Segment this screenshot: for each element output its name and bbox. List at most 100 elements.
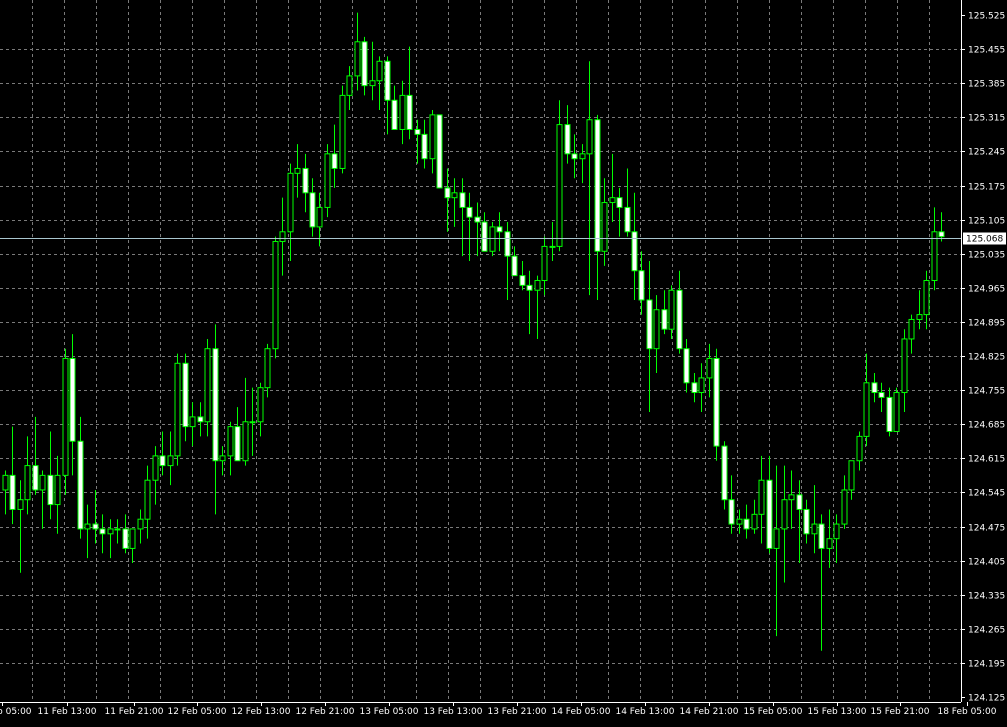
x-tick-label: 14 Feb 05:00 — [551, 707, 610, 717]
candle-body — [9, 474, 16, 510]
y-tick-label: 124.475 — [968, 524, 1005, 534]
candle-body — [496, 226, 503, 233]
candle-body — [391, 99, 398, 130]
candle-body — [526, 284, 533, 291]
candle-body — [92, 523, 99, 530]
candle-body — [743, 518, 750, 530]
candle-body — [631, 231, 638, 272]
candle-body — [339, 94, 346, 169]
candle-body — [144, 479, 151, 520]
candle-body — [878, 392, 885, 398]
candle-body — [212, 348, 219, 462]
x-tick-label: 14 Feb 21:00 — [679, 707, 738, 717]
x-tick-label: 15 Feb 13:00 — [807, 707, 866, 717]
y-tick-label: 125.035 — [968, 251, 1005, 261]
candle-body — [331, 153, 338, 169]
candle-body — [579, 153, 586, 160]
x-tick-label: 14 Feb 13:00 — [615, 707, 674, 717]
candle-body — [609, 197, 616, 204]
y-tick-label: 124.895 — [968, 319, 1005, 329]
candle-body — [908, 318, 915, 340]
candle-body — [466, 206, 473, 218]
candle-body — [122, 528, 129, 549]
candlestick-chart: 125.525 125.455 125.385 125.315 125.245 125.1… — [0, 0, 1007, 723]
candle-body — [788, 494, 795, 501]
candle-body — [129, 528, 136, 549]
candle-body — [796, 494, 803, 510]
candle-body — [871, 382, 878, 394]
candle-body — [361, 41, 368, 87]
candle-body — [54, 474, 61, 506]
x-tick-label: 13 Feb 05:00 — [359, 707, 418, 717]
candle-body — [399, 94, 406, 130]
candle-body — [234, 426, 241, 462]
candle-body — [668, 289, 675, 330]
candle-body — [137, 518, 144, 530]
y-tick-label: 125.315 — [968, 114, 1005, 124]
candle-body — [594, 119, 601, 252]
candle-body — [541, 245, 548, 281]
x-tick-label: 12 Feb 05:00 — [167, 707, 226, 717]
candle-body — [302, 167, 309, 194]
candle-body — [39, 474, 46, 491]
candle-body — [489, 226, 496, 252]
candle-body — [519, 275, 526, 286]
candle-body — [901, 338, 908, 394]
candle-body — [309, 192, 316, 228]
candle-body — [721, 445, 728, 501]
candle-body — [167, 455, 174, 467]
candle-body — [931, 231, 938, 281]
candle-body — [474, 216, 481, 223]
candle-body — [264, 348, 271, 389]
candle-body — [99, 528, 106, 535]
y-tick-label: 124.545 — [968, 489, 1005, 499]
candle-body — [706, 357, 713, 379]
candle-body — [698, 377, 705, 394]
candle-body — [616, 197, 623, 208]
candle-body — [646, 299, 653, 350]
candle-body — [638, 270, 645, 301]
candle-body — [736, 518, 743, 525]
candle-body — [436, 114, 443, 189]
candle-body — [219, 455, 226, 462]
candle-body — [728, 499, 735, 525]
candle-body — [713, 357, 720, 447]
candle-body — [586, 119, 593, 155]
x-tick-label: 11 Feb 05:00 — [0, 707, 32, 717]
candle-body — [182, 362, 189, 428]
candle-body — [773, 528, 780, 549]
candle-body — [384, 60, 391, 101]
candle-body — [204, 348, 211, 423]
y-tick-label: 124.335 — [968, 592, 1005, 602]
candle-body — [451, 192, 458, 199]
candle-body — [17, 499, 24, 510]
candle-body — [803, 508, 810, 535]
x-tick-label: 15 Feb 05:00 — [743, 707, 802, 717]
candle-body — [766, 479, 773, 549]
y-tick-label: 124.685 — [968, 421, 1005, 431]
candle-body — [564, 124, 571, 155]
candle-body — [534, 279, 541, 291]
candle-body — [376, 60, 383, 82]
candle-body — [107, 528, 114, 535]
candle-body — [481, 221, 488, 252]
candle-body — [556, 124, 563, 247]
y-tick-label: 124.825 — [968, 353, 1005, 363]
candle-body — [429, 114, 436, 160]
candle-body — [159, 455, 166, 467]
candle-body — [287, 172, 294, 233]
y-tick-label: 124.265 — [968, 626, 1005, 636]
x-tick-label: 13 Feb 21:00 — [487, 707, 546, 717]
candle-body — [811, 523, 818, 535]
x-tick-label: 12 Feb 21:00 — [295, 707, 354, 717]
y-tick-label: 125.525 — [968, 12, 1005, 22]
x-tick-label: 11 Feb 21:00 — [104, 707, 163, 717]
x-tick-label: 12 Feb 13:00 — [231, 707, 290, 717]
candle-body — [691, 382, 698, 394]
candle-body — [406, 94, 413, 130]
x-tick-label: 15 Feb 21:00 — [870, 707, 929, 717]
candle-body — [414, 128, 421, 135]
y-tick-label: 125.385 — [968, 80, 1005, 90]
candle-body — [47, 474, 54, 506]
candle-body — [549, 245, 556, 248]
